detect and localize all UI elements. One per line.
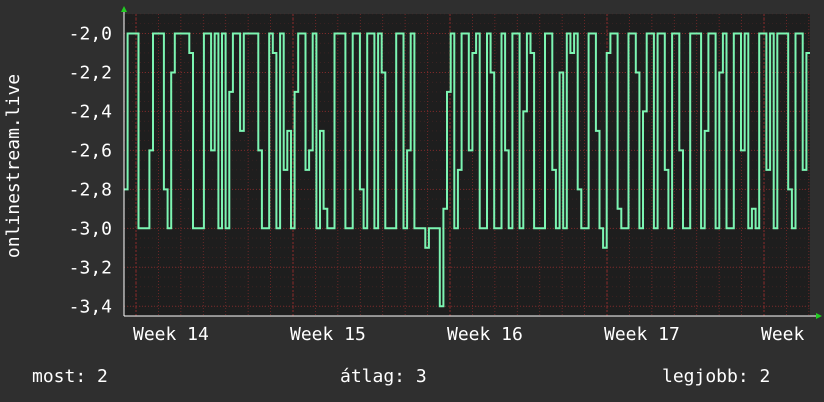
x-tick-label: Week 17 [604, 324, 680, 345]
x-tick-label: Week 16 [447, 324, 523, 345]
legend-average: átlag: 3 [340, 366, 427, 387]
x-tick-label: Week [761, 324, 805, 345]
y-tick-label: -2,8 [69, 179, 112, 200]
y-tick-label: -2,0 [69, 23, 112, 44]
y-tick-label: -3,4 [69, 296, 112, 317]
x-axis-arrow [816, 313, 822, 319]
y-axis-arrow [121, 6, 127, 12]
y-tick-label: -3,2 [69, 257, 112, 278]
x-tick-label: Week 15 [290, 324, 366, 345]
legend-best: legjobb: 2 [662, 366, 770, 387]
y-tick-label: -2,4 [69, 101, 112, 122]
y-tick-label: -2,2 [69, 62, 112, 83]
y-axis-title: onlinestream.live [3, 74, 24, 258]
x-tick-label: Week 14 [133, 324, 209, 345]
legend-current: most: 2 [32, 366, 108, 387]
y-tick-label: -2,6 [69, 140, 112, 161]
chart-svg: -2,0 -2,2 -2,4 -2,6 -2,8 -3,0 -3,2 -3,4 Week 14 W… [3, 6, 822, 387]
plot-area [124, 14, 810, 316]
chart: -2,0 -2,2 -2,4 -2,6 -2,8 -3,0 -3,2 -3,4 Week 14 W… [0, 0, 824, 402]
y-tick-label: -3,0 [69, 218, 112, 239]
